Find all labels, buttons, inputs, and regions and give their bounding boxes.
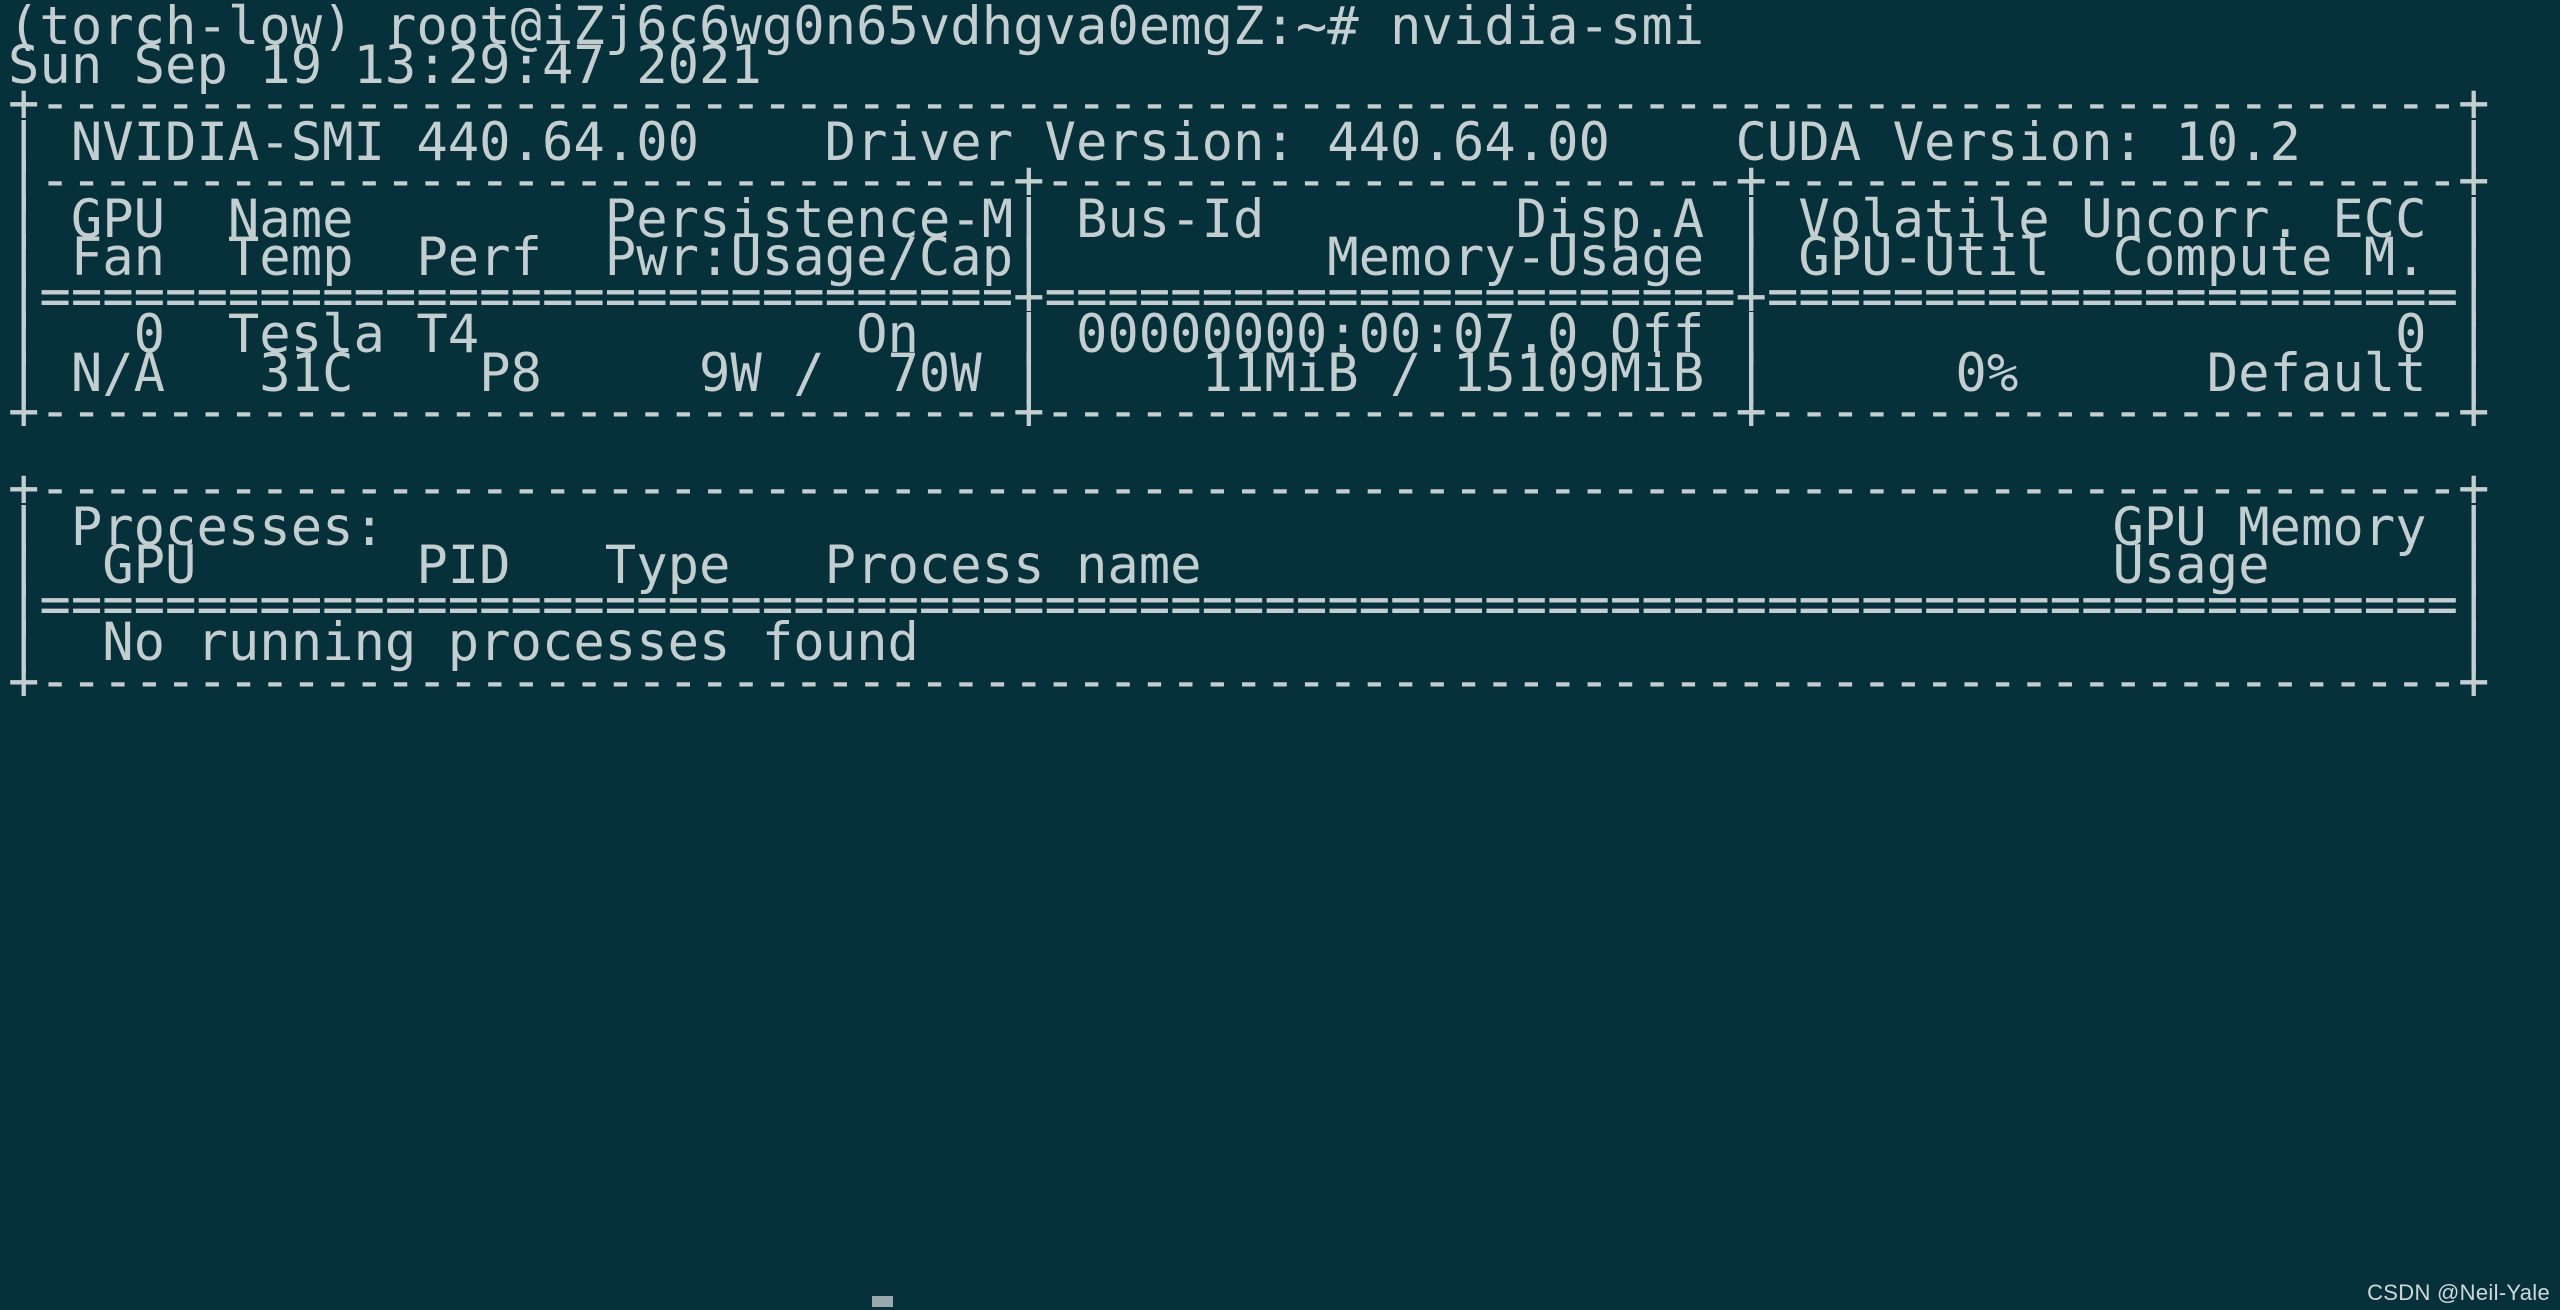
watermark: CSDN @Neil-Yale (2367, 1280, 2550, 1305)
terminal-line-processes-bottom-border: +---------------------------------------… (8, 651, 2490, 712)
terminal-window[interactable]: (torch-low) root@iZj6c6wg0n65vdhgva0emgZ… (0, 0, 2560, 1310)
terminal-line-gpu-table-bottom-border: +-------------------------------+-------… (8, 382, 2490, 442)
terminal-cursor (872, 1296, 893, 1307)
